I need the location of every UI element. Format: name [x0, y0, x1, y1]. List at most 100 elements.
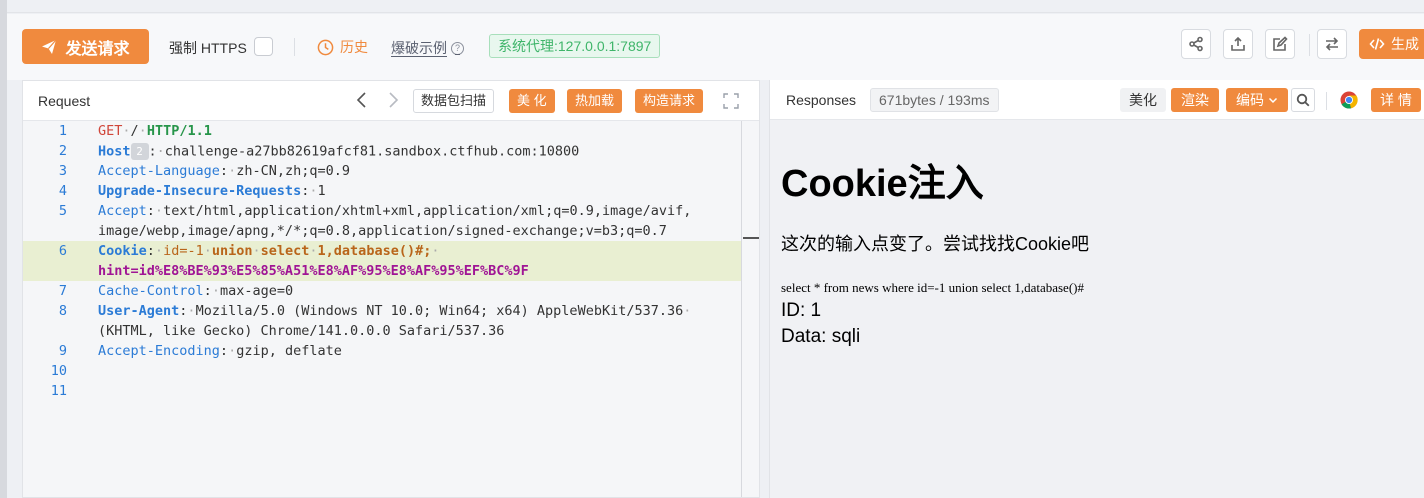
- header-value: max-age=0: [219, 283, 294, 299]
- build-request-button[interactable]: 构造请求: [635, 89, 704, 113]
- chrome-icon[interactable]: [1340, 91, 1358, 109]
- encoding-dropdown[interactable]: 编码: [1226, 88, 1288, 112]
- code-line-cookie-cont: hint=id%E8%BE%93%E5%85%A51%E8%AF%95%E8%A…: [98, 263, 529, 279]
- request-header: Request 数据包扫描 美 化 热加载 构造请求: [23, 81, 759, 121]
- http-method: GET: [98, 123, 123, 139]
- result-data: Data: sqli: [781, 326, 861, 347]
- line-number: 8: [58, 303, 67, 319]
- response-search-button[interactable]: [1291, 88, 1315, 112]
- send-request-label: 发送请求: [65, 40, 130, 58]
- http-protocol: HTTP/1.1: [146, 123, 212, 139]
- encoding-label: 编码: [1236, 92, 1264, 108]
- host-count-badge: 2: [130, 143, 149, 160]
- history-label: 历史: [340, 39, 368, 55]
- prev-request-button[interactable]: [355, 91, 371, 111]
- line-number: 11: [50, 383, 67, 399]
- code-line-accept-cont: image/webp,image/apng,*/*;q=0.8,applicat…: [98, 223, 667, 239]
- force-https-checkbox[interactable]: [254, 37, 273, 56]
- line-number: 5: [58, 203, 67, 219]
- code-line-upgrade-insecure: Upgrade-Insecure-Requests:·1: [98, 183, 326, 199]
- expand-icon: [723, 93, 739, 109]
- history-button[interactable]: 历史: [317, 37, 368, 57]
- hot-load-button[interactable]: 热加载: [567, 89, 623, 113]
- code-icon: [1369, 38, 1385, 50]
- details-button[interactable]: 详 情: [1371, 88, 1421, 112]
- header-key: Cache-Control: [98, 283, 204, 299]
- app-window: 发送请求 强制 HTTPS 历史 爆破示例 ? 系统代理:127.0.0.1:7…: [0, 0, 1424, 498]
- cookie-payload: 1,database()#;: [317, 243, 432, 259]
- header-value: Mozilla/5.0 (Windows NT 10.0; Win64; x64…: [195, 303, 684, 319]
- page-paragraph: 这次的输入点变了。尝试找找Cookie吧: [781, 234, 1090, 254]
- share-button[interactable]: [1181, 29, 1211, 59]
- header-value: zh-CN,zh;q=0.9: [236, 163, 350, 179]
- system-proxy-badge[interactable]: 系统代理:127.0.0.1:7897: [489, 34, 661, 58]
- request-editor[interactable]: 1 2 3 4 5 6 7 8 9 10 11 GET·/·HTTP/1.1 H…: [23, 121, 759, 497]
- header-key: Accept: [98, 203, 147, 219]
- code-line-user-agent-cont: (KHTML, like Gecko) Chrome/141.0.0.0 Saf…: [98, 323, 504, 339]
- header-key: Accept-Language: [98, 163, 220, 179]
- editor-scrollbar[interactable]: [741, 121, 742, 497]
- cookie-id: id=-1: [163, 243, 204, 259]
- line-number: 3: [58, 163, 67, 179]
- code-line-cookie: Cookie:·id=-1·union·select·1,database()#…: [98, 243, 440, 259]
- next-request-button[interactable]: [386, 91, 402, 111]
- scroll-position-marker: [743, 237, 759, 239]
- swap-button[interactable]: [1317, 29, 1347, 59]
- response-size-badge: 671bytes / 193ms: [870, 88, 999, 112]
- chevron-left-icon: [356, 92, 366, 108]
- line-number: 10: [50, 363, 67, 379]
- response-divider: [1326, 92, 1327, 110]
- code-line-cache-control: Cache-Control:·max-age=0: [98, 283, 294, 299]
- line-number: 4: [58, 183, 67, 199]
- page-heading: Cookie注入: [781, 163, 984, 205]
- request-path: /: [130, 123, 139, 139]
- header-value: challenge-a27bb82619afcf81.sandbox.ctfhu…: [164, 143, 580, 160]
- code-line-user-agent: User-Agent:·Mozilla/5.0 (Windows NT 10.0…: [98, 303, 692, 319]
- left-edge-bar: [0, 0, 7, 498]
- generate-label: 生成: [1391, 36, 1419, 52]
- main-toolbar: 发送请求 强制 HTTPS 历史 爆破示例 ? 系统代理:127.0.0.1:7…: [7, 14, 1424, 80]
- export-button[interactable]: [1223, 29, 1253, 59]
- code-line-accept: Accept:·text/html,application/xhtml+xml,…: [98, 203, 692, 219]
- header-key: Upgrade-Insecure-Requests: [98, 183, 302, 199]
- code-line-accept-language: Accept-Language:·zh-CN,zh;q=0.9: [98, 163, 350, 179]
- response-panel: Responses 671bytes / 193ms 美化 渲染 编码 详 情: [769, 80, 1424, 498]
- expand-button[interactable]: [723, 93, 739, 109]
- header-value: text/html,application/xhtml+xml,applicat…: [163, 203, 692, 219]
- clock-icon: [317, 39, 334, 55]
- request-beautify-button[interactable]: 美 化: [509, 89, 555, 113]
- request-panel: Request 数据包扫描 美 化 热加载 构造请求 1 2 3 4 5 6 7…: [22, 80, 760, 498]
- cookie-hint: hint=id%E8%BE%93%E5%85%A51%E8%AF%95%E8%A…: [98, 263, 529, 279]
- upload-icon: [1231, 36, 1245, 51]
- line-number: 1: [58, 123, 67, 139]
- render-button[interactable]: 渲染: [1171, 88, 1219, 112]
- toolbar-divider: [294, 38, 295, 56]
- code-line-host: Host 2:·challenge-a27bb82619afcf81.sandbo…: [98, 143, 580, 160]
- send-icon: [42, 39, 57, 54]
- response-title: Responses: [786, 92, 857, 108]
- packet-scan-button[interactable]: 数据包扫描: [413, 89, 495, 113]
- chevron-right-icon: [389, 92, 399, 108]
- request-title: Request: [38, 93, 91, 109]
- search-icon: [1296, 93, 1310, 107]
- cookie-union: union: [211, 243, 253, 259]
- result-id: ID: 1: [781, 300, 822, 321]
- code-line-request-line: GET·/·HTTP/1.1: [98, 123, 212, 139]
- send-request-button[interactable]: 发送请求: [22, 29, 149, 64]
- help-icon: ?: [451, 41, 464, 55]
- line-number: 2: [58, 143, 67, 159]
- swap-icon: [1325, 37, 1339, 51]
- share-icon: [1189, 36, 1203, 52]
- header-key: Host: [98, 143, 131, 160]
- examples-label: 爆破示例: [391, 40, 447, 56]
- header-value-cont: (KHTML, like Gecko) Chrome/141.0.0.0 Saf…: [98, 323, 505, 339]
- header-key: User-Agent: [98, 303, 180, 319]
- response-beautify-button[interactable]: 美化: [1120, 88, 1166, 112]
- line-number: 9: [58, 343, 67, 359]
- line-number: 6: [58, 243, 67, 259]
- header-key: Accept-Encoding: [98, 343, 220, 359]
- edit-button[interactable]: [1265, 29, 1295, 59]
- code-line-accept-encoding: Accept-Encoding:·gzip, deflate: [98, 343, 342, 359]
- generate-button[interactable]: 生成: [1359, 29, 1424, 59]
- brute-force-examples-link[interactable]: 爆破示例 ?: [391, 38, 464, 58]
